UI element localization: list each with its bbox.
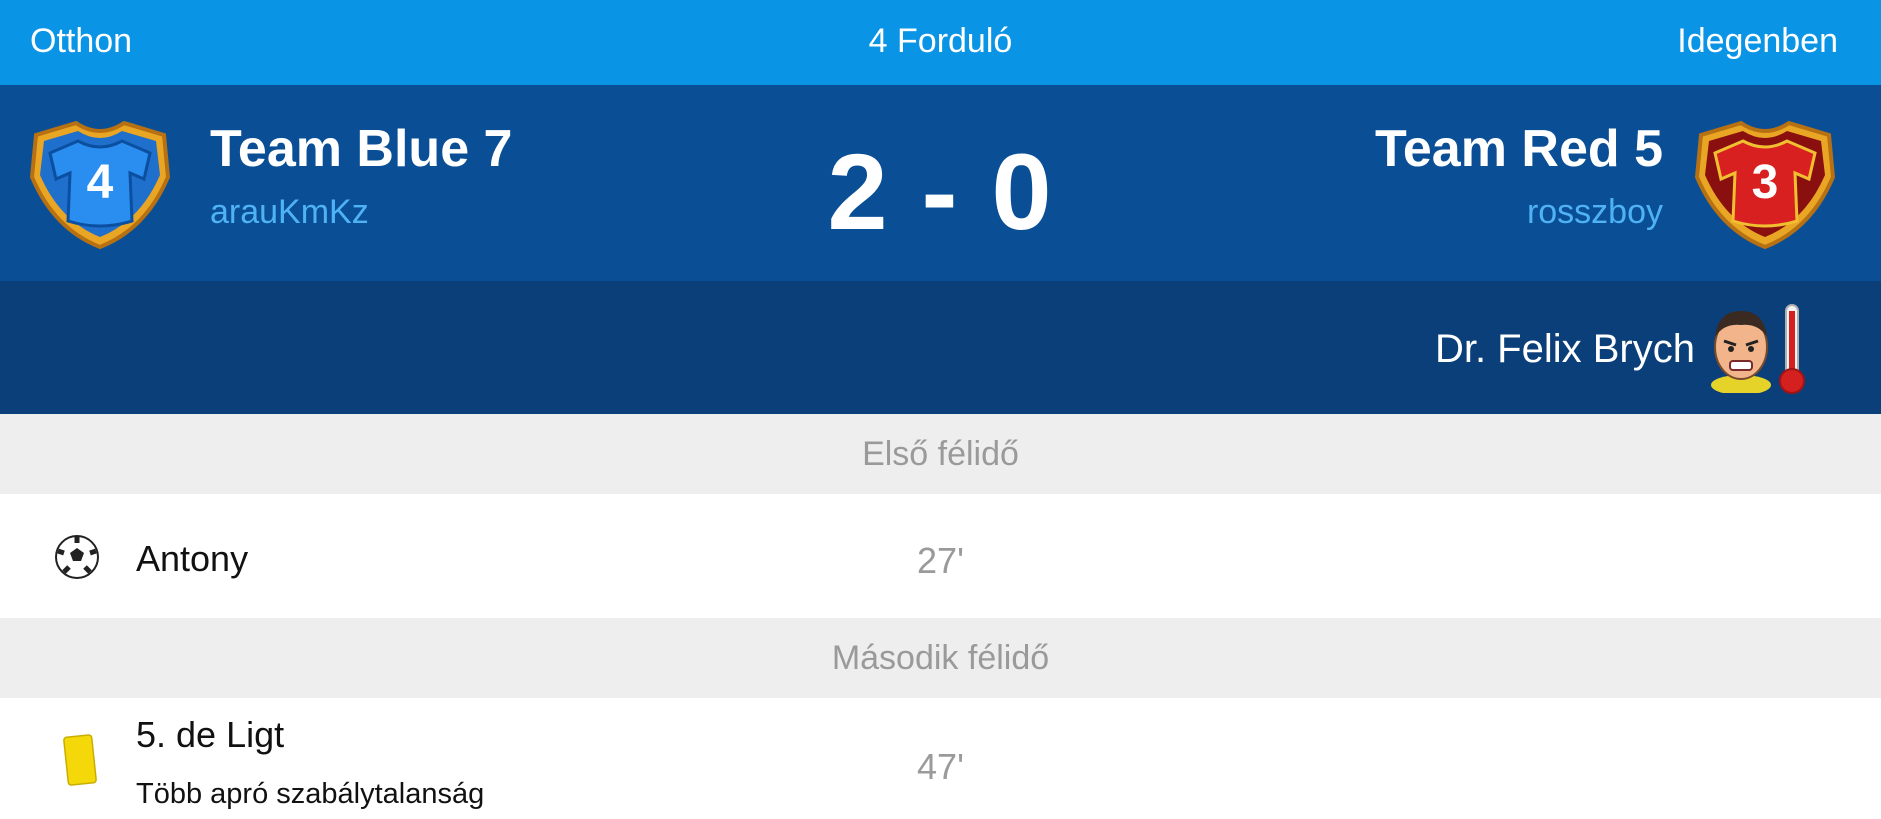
away-badge-number: 3	[1751, 156, 1779, 209]
half-header-first: Első félidő	[0, 414, 1881, 494]
event-row[interactable]: 5. de Ligt Több apró szabálytalanság 47'	[0, 698, 1881, 819]
score-panel: 4 Team Blue 7 arauKmKz 2 - 0 Team Red 5 …	[0, 85, 1881, 281]
event-row[interactable]: Antony 27'	[0, 494, 1881, 618]
event-minute: 27'	[917, 540, 964, 581]
referee-name[interactable]: Dr. Felix Brych	[1435, 327, 1695, 372]
match-header-bar: Otthon 4 Forduló Idegenben	[0, 0, 1881, 85]
away-team-badge[interactable]: 3	[1691, 117, 1839, 251]
round-label: 4 Forduló	[868, 22, 1013, 60]
away-team-user[interactable]: rosszboy	[1527, 193, 1663, 232]
thermometer-icon	[1779, 304, 1805, 394]
away-team-name[interactable]: Team Red 5	[1375, 119, 1663, 179]
half-header-second: Második félidő	[0, 618, 1881, 698]
referee-face-icon[interactable]	[1706, 303, 1776, 393]
referee-panel: Dr. Felix Brych	[0, 281, 1881, 414]
event-minute: 47'	[917, 746, 964, 787]
away-label: Idegenben	[1677, 22, 1838, 60]
